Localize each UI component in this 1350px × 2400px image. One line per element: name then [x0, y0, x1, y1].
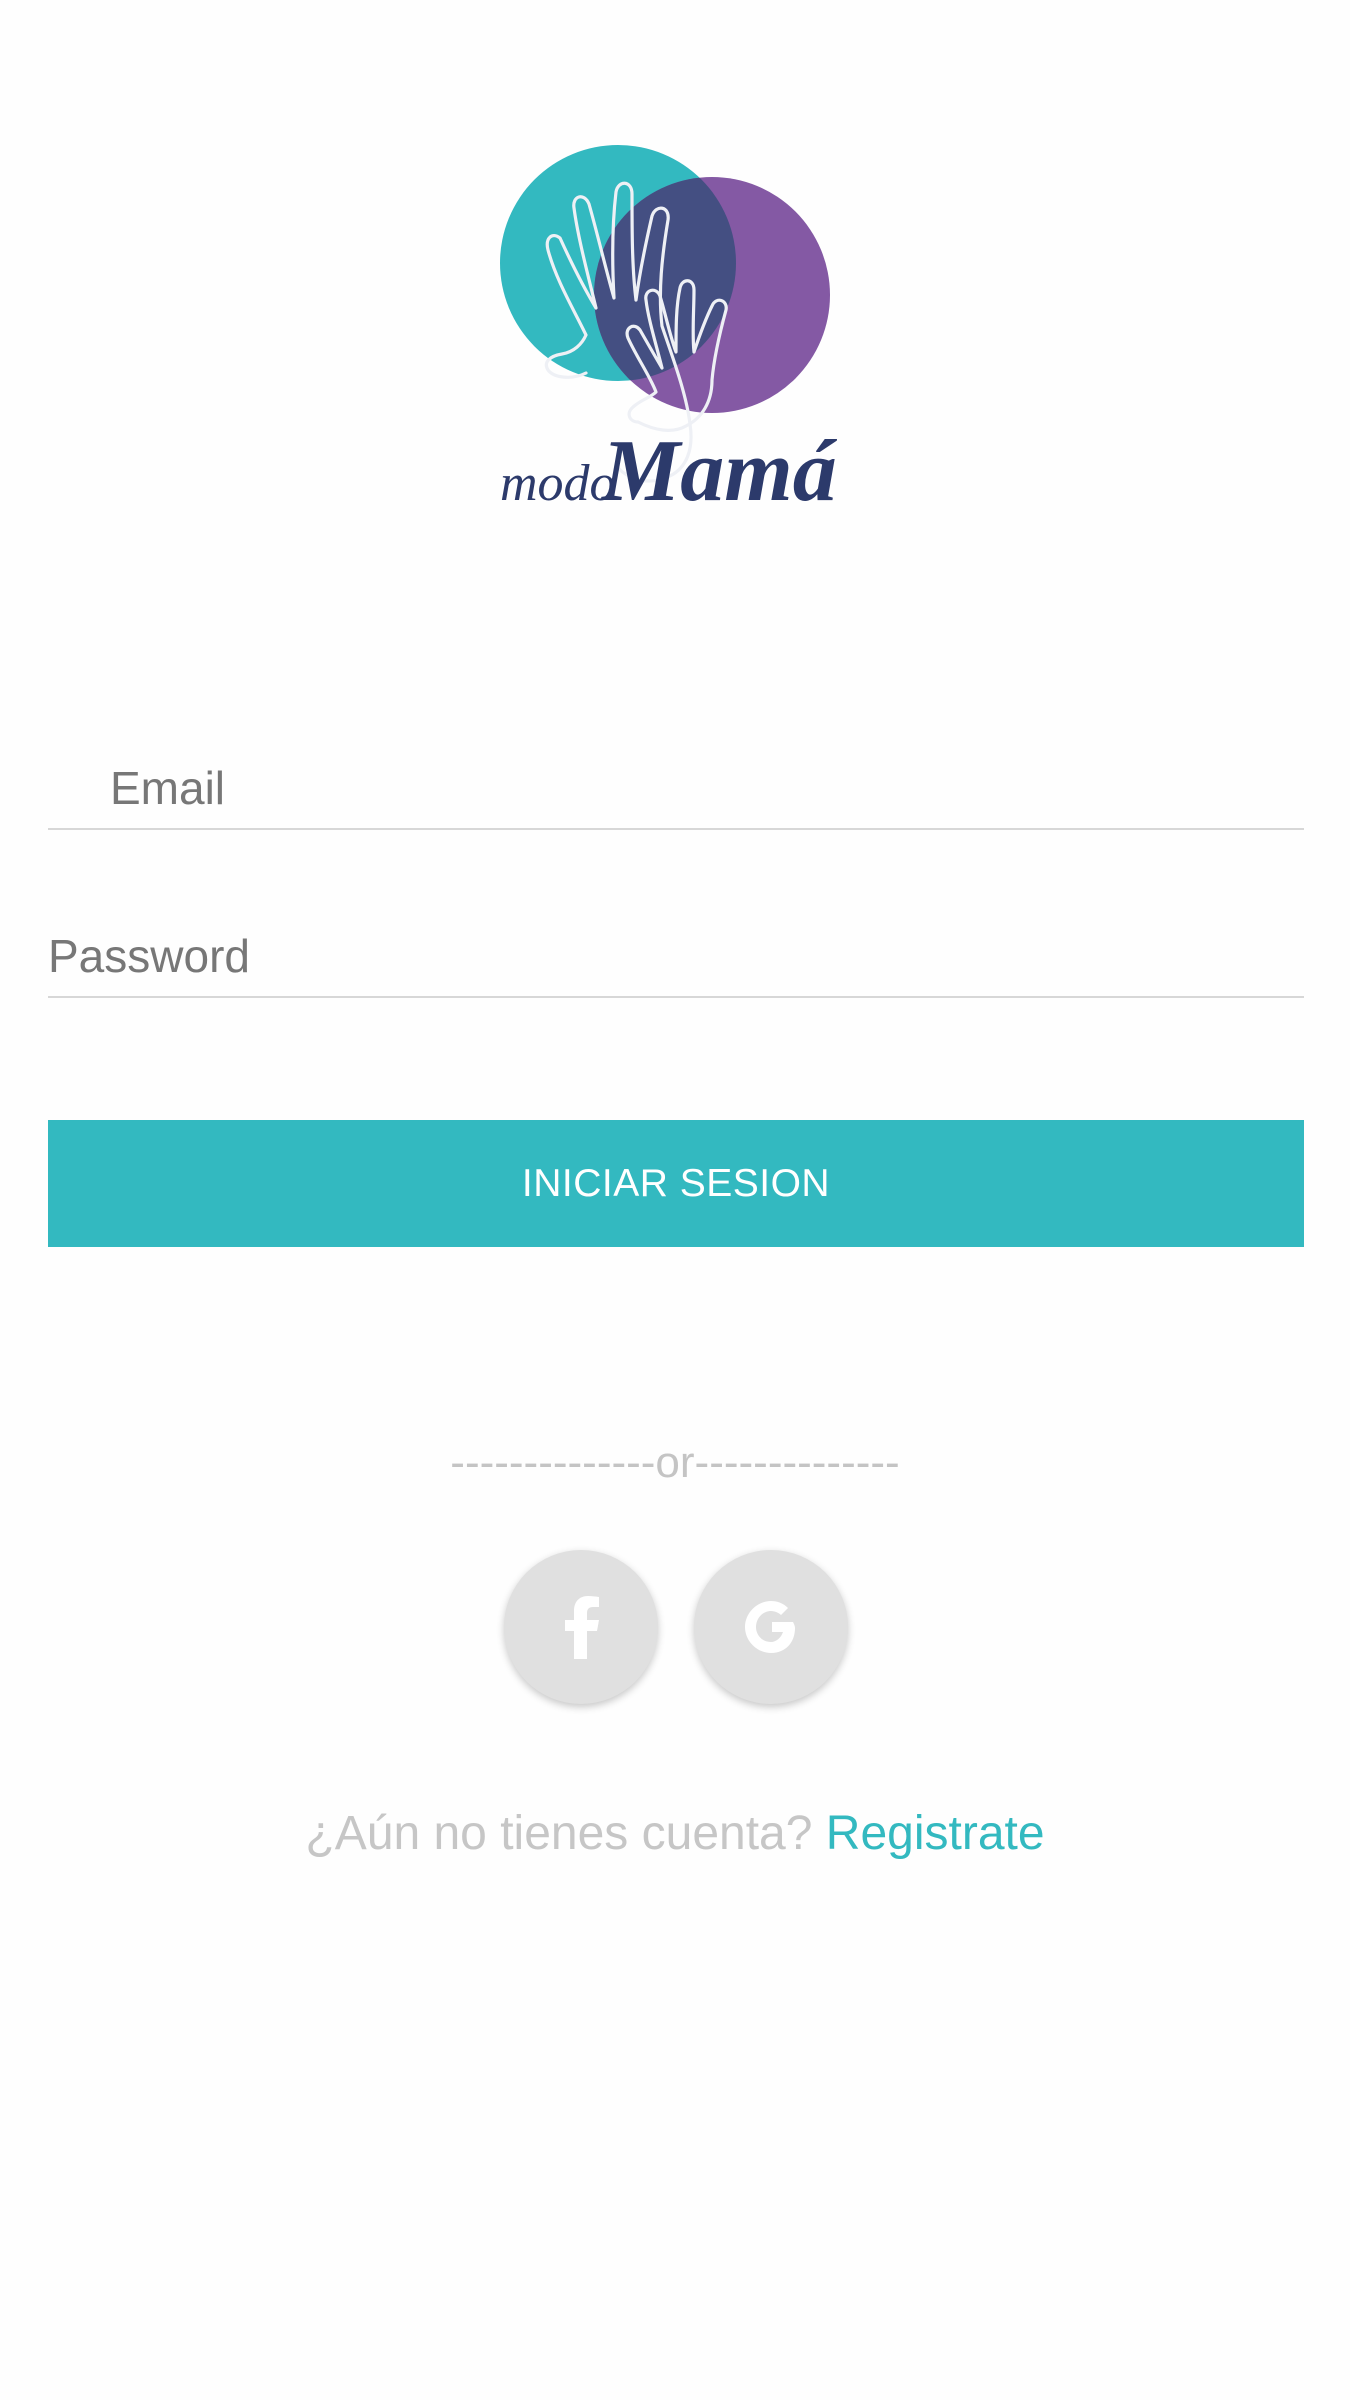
logo-text-mama: Mamá: [600, 423, 838, 510]
register-link[interactable]: Registrate: [826, 1807, 1045, 1860]
or-divider: --------------or--------------: [450, 1438, 900, 1487]
login-button[interactable]: INICIAR SESION: [48, 1120, 1304, 1247]
signup-prompt-text: ¿Aún no tienes cuenta?: [305, 1807, 813, 1860]
email-field-container: [48, 748, 1304, 830]
app-logo: modo Mamá: [490, 130, 840, 510]
password-field-container: [48, 916, 1304, 998]
google-icon: [745, 1601, 795, 1653]
signup-prompt-row: ¿Aún no tienes cuenta? Registrate: [0, 1806, 1350, 1861]
facebook-icon: [565, 1596, 599, 1659]
facebook-login-button[interactable]: [504, 1550, 658, 1704]
google-login-button[interactable]: [694, 1550, 848, 1704]
email-input[interactable]: [48, 748, 1304, 828]
password-input[interactable]: [48, 916, 1304, 996]
logo-text-modo: modo: [500, 455, 616, 510]
